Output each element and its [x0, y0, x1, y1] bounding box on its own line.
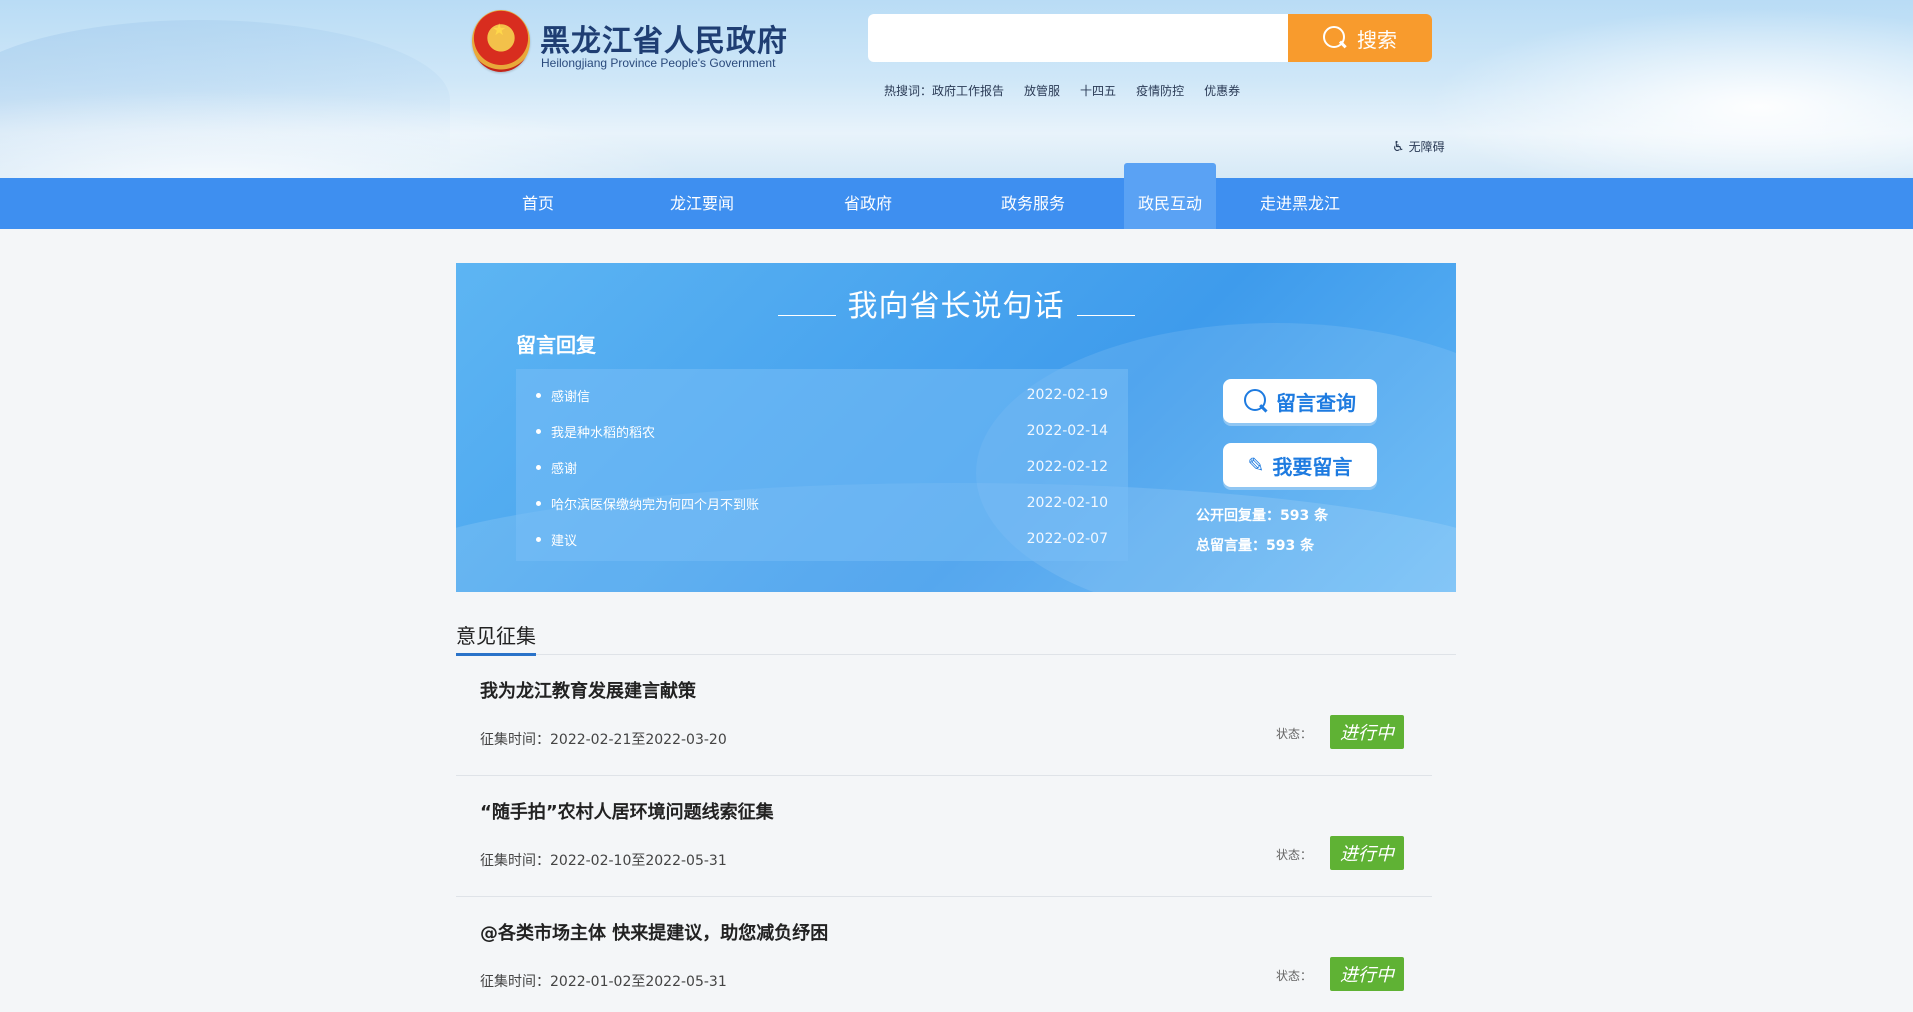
status-badge: 进行中 [1330, 836, 1404, 870]
collection-item: @各类市场主体 快来提建议，助您减负纾困 征集时间：2022-01-02至202… [456, 897, 1432, 1012]
site-subtitle: Heilongjiang Province People's Governmen… [541, 56, 776, 70]
message-query-label: 留言查询 [1276, 390, 1356, 415]
hotword-item[interactable]: 政府工作报告 [932, 82, 1004, 99]
nav-item-about-heilongjiang[interactable]: 走进黑龙江 [1250, 178, 1350, 229]
message-title: 哈尔滨医保缴纳完为何四个月不到账 [551, 497, 760, 513]
list-item[interactable]: 感谢 2022-02-12 [536, 449, 1108, 485]
status-label: 状态： [1276, 848, 1313, 862]
main-nav: 首页 龙江要闻 省政府 政务服务 政民互动 走进黑龙江 [0, 178, 1913, 229]
national-emblem-icon[interactable]: ★ [472, 10, 530, 72]
status-badge: 进行中 [1330, 715, 1404, 749]
hotword-item[interactable]: 十四五 [1080, 82, 1116, 99]
search-button[interactable]: 搜索 [1288, 14, 1432, 62]
message-date: 2022-02-07 [1026, 531, 1108, 547]
hotword-item[interactable]: 优惠券 [1204, 82, 1240, 99]
nav-item-longjiang-news[interactable]: 龙江要闻 [660, 178, 744, 229]
collection-item: “随手拍”农村人居环境问题线索征集 征集时间：2022-02-10至2022-0… [456, 776, 1432, 897]
search-icon [1244, 389, 1268, 413]
collection-time: 征集时间：2022-02-21至2022-03-20 [480, 732, 727, 748]
list-item[interactable]: 哈尔滨医保缴纳完为何四个月不到账 2022-02-10 [536, 485, 1108, 521]
site-header: ★ 黑龙江省人民政府 Heilongjiang Province People'… [0, 0, 1913, 178]
accessibility-link[interactable]: ♿ 无障碍 [1392, 138, 1445, 155]
status-label: 状态： [1276, 969, 1313, 983]
collection-title[interactable]: 我为龙江教育发展建言献策 [480, 677, 696, 703]
search-button-label: 搜索 [1357, 27, 1397, 52]
site-title[interactable]: 黑龙江省人民政府 [540, 16, 788, 60]
hotwords-label: 热搜词： [884, 84, 933, 98]
message-title: 建议 [551, 533, 578, 549]
message-title: 感谢 [551, 461, 578, 477]
collection-item: 我为龙江教育发展建言献策 征集时间：2022-02-21至2022-03-20 … [456, 655, 1432, 776]
collection-title[interactable]: “随手拍”农村人居环境问题线索征集 [480, 798, 774, 824]
message-title: 我是种水稻的稻农 [551, 425, 656, 441]
collection-time: 征集时间：2022-01-02至2022-05-31 [480, 974, 727, 990]
search-input[interactable] [868, 14, 1288, 62]
nav-item-interaction[interactable]: 政民互动 [1124, 178, 1216, 229]
search-box [868, 14, 1288, 62]
post-message-label: 我要留言 [1272, 454, 1353, 479]
message-query-button[interactable]: 留言查询 [1223, 379, 1377, 423]
header-sculpture [1400, 0, 1913, 178]
message-date: 2022-02-10 [1026, 495, 1108, 511]
accessibility-label: 无障碍 [1408, 140, 1445, 154]
hotword-item[interactable]: 放管服 [1024, 82, 1060, 99]
post-message-button[interactable]: ✎ 我要留言 [1223, 443, 1377, 487]
public-reply-count: 公开回复量：593 条 [1196, 508, 1329, 524]
message-date: 2022-02-19 [1026, 387, 1108, 403]
header-snow [0, 90, 700, 178]
list-item[interactable]: 感谢信 2022-02-19 [536, 377, 1108, 413]
opinion-collection-header: 意见征集 [456, 620, 1456, 656]
nav-item-government-services[interactable]: 政务服务 [988, 178, 1078, 229]
nav-item-home[interactable]: 首页 [498, 178, 578, 229]
governor-message-banner: 我向省长说句话 留言回复 感谢信 2022-02-19 我是种水稻的稻农 202… [456, 263, 1456, 592]
collection-time: 征集时间：2022-02-10至2022-05-31 [480, 853, 727, 869]
wheelchair-icon: ♿ [1392, 138, 1405, 155]
banner-title: 我向省长说句话 [456, 281, 1456, 325]
list-item[interactable]: 我是种水稻的稻农 2022-02-14 [536, 413, 1108, 449]
message-list: 感谢信 2022-02-19 我是种水稻的稻农 2022-02-14 感谢 20… [516, 369, 1128, 561]
section-title[interactable]: 意见征集 [456, 620, 536, 656]
status-badge: 进行中 [1330, 957, 1404, 991]
message-title: 感谢信 [551, 389, 591, 405]
total-message-count: 总留言量：593 条 [1196, 538, 1315, 554]
search-icon [1323, 26, 1347, 50]
hotwords: 热搜词： 政府工作报告 放管服 十四五 疫情防控 优惠券 [884, 82, 1240, 99]
nav-item-provincial-government[interactable]: 省政府 [826, 178, 910, 229]
list-item[interactable]: 建议 2022-02-07 [536, 521, 1108, 557]
collection-title[interactable]: @各类市场主体 快来提建议，助您减负纾困 [480, 919, 828, 945]
hotword-item[interactable]: 疫情防控 [1136, 82, 1184, 99]
message-date: 2022-02-14 [1026, 423, 1108, 439]
status-label: 状态： [1276, 727, 1313, 741]
pencil-icon: ✎ [1247, 453, 1265, 477]
message-date: 2022-02-12 [1026, 459, 1108, 475]
message-reply-heading: 留言回复 [516, 333, 596, 357]
